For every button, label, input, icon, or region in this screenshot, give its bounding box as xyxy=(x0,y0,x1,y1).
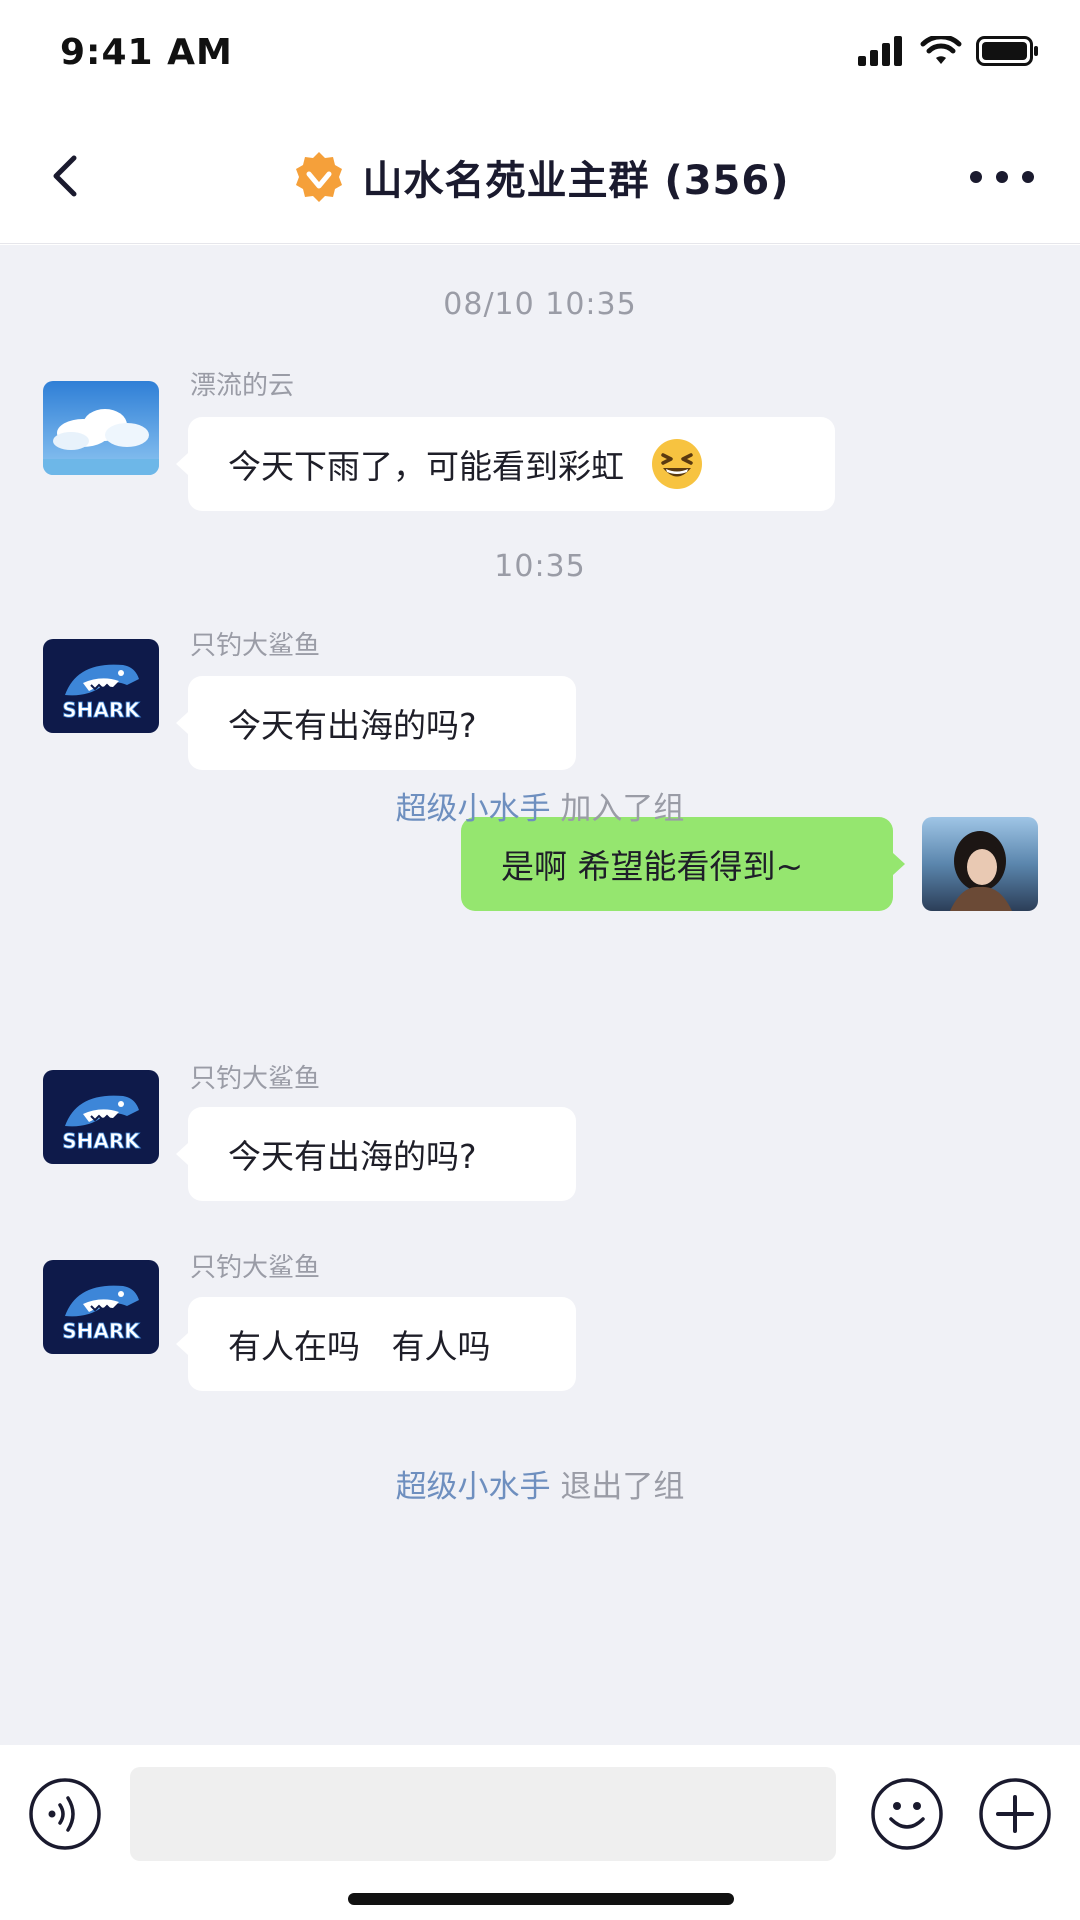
message-text: 有人在吗 有人吗 xyxy=(228,1327,491,1366)
emoji-icon[interactable] xyxy=(870,1777,944,1851)
system-event-action: 加入了组 xyxy=(560,791,685,827)
cloud-sky-avatar[interactable] xyxy=(43,381,159,475)
system-event: 超级小水手 退出了组 xyxy=(0,1461,1080,1506)
voice-icon[interactable] xyxy=(28,1777,102,1851)
sender-name: 只钓大鲨鱼 xyxy=(190,631,321,661)
nav-bar: 山水名苑业主群 (356) xyxy=(0,110,1080,244)
message-text: 今天有出海的吗? xyxy=(228,1137,477,1176)
shark-logo-label: SHARK xyxy=(62,1129,141,1153)
user-photo-avatar[interactable] xyxy=(922,817,1038,911)
timestamp: 10:35 xyxy=(494,549,586,584)
more-dots-icon[interactable] xyxy=(968,162,1036,192)
status-time: 9:41 AM xyxy=(60,32,233,73)
message-bubble[interactable]: 今天有出海的吗? xyxy=(176,1107,576,1201)
message-bubble[interactable]: 有人在吗 有人吗 xyxy=(176,1297,576,1391)
message-text: 今天下雨了，可能看到彩虹 xyxy=(228,447,624,486)
self-message-bubble[interactable]: 是啊 希望能看得到~ xyxy=(461,817,905,911)
system-event: 超级小水手 加入了组 xyxy=(0,783,1080,828)
wifi-icon xyxy=(920,36,962,64)
system-event-user[interactable]: 超级小水手 xyxy=(396,791,551,827)
shark-logo-label: SHARK xyxy=(62,698,141,722)
system-event-action: 退出了组 xyxy=(560,1469,685,1505)
shark-logo-label: SHARK xyxy=(62,1319,141,1343)
status-bar: 9:41 AM xyxy=(0,0,1080,110)
message-text: 是啊 希望能看得到~ xyxy=(501,847,804,886)
nav-title-wrap: 山水名苑业主群 (356) xyxy=(0,142,1080,212)
message-input[interactable] xyxy=(130,1767,836,1861)
plus-icon[interactable] xyxy=(978,1777,1052,1851)
shark-logo-avatar[interactable]: SHARK xyxy=(43,639,159,733)
status-icons xyxy=(858,36,1040,66)
sender-name: 只钓大鲨鱼 xyxy=(190,1064,321,1094)
message-text: 今天有出海的吗? xyxy=(228,706,477,745)
shark-logo-avatar[interactable]: SHARK xyxy=(43,1260,159,1354)
page-title: 山水名苑业主群 (356) xyxy=(362,158,790,204)
verified-badge-icon xyxy=(295,152,342,202)
home-indicator xyxy=(348,1893,734,1905)
chat-area[interactable]: 08/10 10:35 漂流的云 今天下雨了，可能看到彩虹 10:35 SHAR… xyxy=(0,245,1080,1745)
message-bubble[interactable]: 今天下雨了，可能看到彩虹 xyxy=(176,417,835,511)
sender-name: 只钓大鲨鱼 xyxy=(190,1253,321,1283)
message-bubble[interactable]: 今天有出海的吗? xyxy=(176,676,576,770)
shark-logo-avatar[interactable]: SHARK xyxy=(43,1070,159,1164)
timestamp: 08/10 10:35 xyxy=(443,287,637,322)
system-event-user[interactable]: 超级小水手 xyxy=(396,1469,551,1505)
cellular-signal-icon xyxy=(858,36,902,66)
grinning-squint-emoji-icon xyxy=(650,437,704,491)
sender-name: 漂流的云 xyxy=(190,371,295,401)
battery-icon xyxy=(976,36,1038,66)
